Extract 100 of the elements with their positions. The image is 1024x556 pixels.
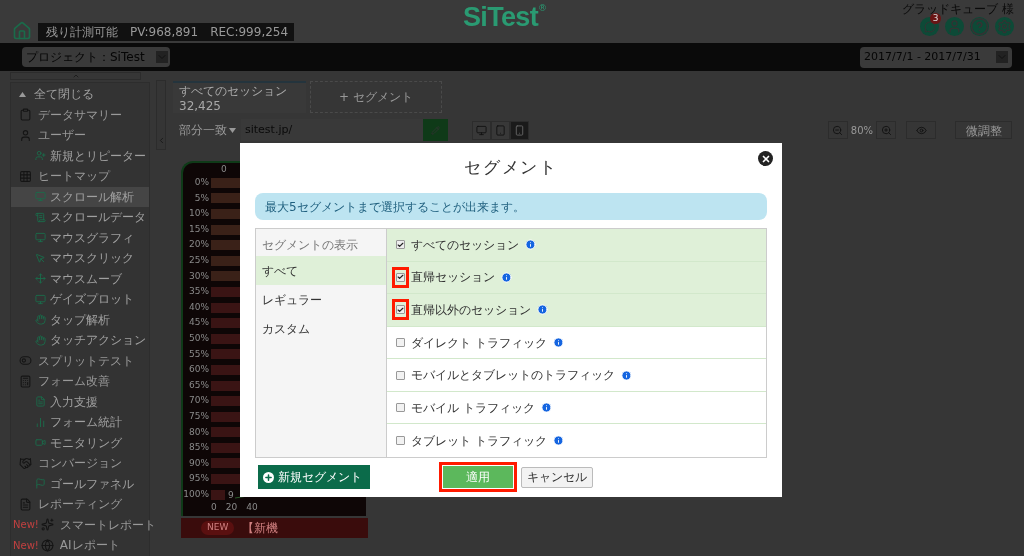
checkbox[interactable] xyxy=(396,403,405,413)
collapse-arrow-icon xyxy=(19,91,26,97)
row-label: 70% xyxy=(188,394,209,408)
close-button[interactable] xyxy=(758,151,773,166)
segment-label: ダイレクト トラフィック xyxy=(411,334,547,352)
sidebar-item[interactable]: マウスクリック xyxy=(11,248,149,269)
axis-label: 0 xyxy=(221,164,228,174)
new-label: New! xyxy=(13,538,39,553)
sidebar-item[interactable]: スプリットテスト xyxy=(11,350,149,371)
logo[interactable]: SiTest xyxy=(463,4,538,31)
row-label: 95% xyxy=(188,472,209,486)
hand-icon xyxy=(35,314,46,326)
checkbox[interactable] xyxy=(396,272,405,282)
segment-tab[interactable]: すべてのセッション 32,425 xyxy=(173,81,306,113)
chat-icon xyxy=(923,20,936,33)
check-icon xyxy=(397,305,404,314)
checkbox[interactable] xyxy=(396,338,405,347)
plus-icon xyxy=(263,471,274,483)
sidebar-item[interactable]: スクロールデータ xyxy=(11,207,149,228)
info-icon[interactable] xyxy=(552,337,564,348)
sidebar-item[interactable]: ゴールファネル xyxy=(11,473,149,494)
sidebar-item[interactable]: ユーザー xyxy=(11,125,149,146)
point-label: 9 xyxy=(228,489,234,500)
category-item[interactable]: カスタム xyxy=(256,314,386,343)
match-type-select[interactable]: 部分一致 xyxy=(179,121,241,139)
info-icon[interactable] xyxy=(540,402,552,414)
notice-banner: 最大5セグメントまで選択することが出来ます。 xyxy=(255,193,767,220)
monitor-icon xyxy=(35,191,46,203)
globe-icon xyxy=(40,538,54,552)
segment-option[interactable]: 直帰セッション xyxy=(387,261,766,295)
category-item[interactable]: レギュラー xyxy=(256,285,386,314)
camera-icon xyxy=(35,437,46,449)
new-segment-button[interactable]: 新規セグメント xyxy=(258,465,370,489)
heat-bar xyxy=(211,489,225,500)
monitor-icon xyxy=(35,232,46,244)
bar-chart-icon xyxy=(35,416,46,428)
sidebar-item[interactable]: ゲイズプロット xyxy=(11,289,149,310)
sidebar-item[interactable]: 入力支援 xyxy=(11,391,149,412)
category-item[interactable]: すべて xyxy=(256,256,386,285)
info-icon[interactable] xyxy=(525,239,536,251)
sidebar-item[interactable]: フォーム統計 xyxy=(11,412,149,433)
clipboard-icon xyxy=(19,497,32,511)
checkbox[interactable] xyxy=(396,305,405,315)
row-label: 85% xyxy=(188,441,209,455)
sidebar-item[interactable]: タップ解析 xyxy=(11,309,149,330)
row-label: 5% xyxy=(193,191,209,205)
home-icon[interactable] xyxy=(12,21,32,41)
segment-option[interactable]: 直帰以外のセッション xyxy=(387,294,766,327)
checkbox[interactable] xyxy=(396,370,405,380)
segment-option[interactable]: すべてのセッション xyxy=(387,229,766,262)
new-badge: NEW xyxy=(201,521,235,535)
sidebar-item[interactable]: コンバージョン xyxy=(11,453,149,474)
add-segment-button[interactable]: + セグメント xyxy=(310,81,442,113)
checkbox[interactable] xyxy=(396,436,405,446)
cancel-button[interactable]: キャンセル xyxy=(521,466,593,488)
info-icon[interactable] xyxy=(537,304,548,316)
device-button[interactable] xyxy=(510,120,529,140)
info-icon[interactable] xyxy=(552,435,564,447)
quota-label: 残り計測可能 xyxy=(46,24,118,41)
sidebar-item[interactable]: マウスグラフィ xyxy=(11,227,149,248)
sidebar-item[interactable]: スクロール解析 xyxy=(11,186,149,207)
row-label: 90% xyxy=(188,456,209,470)
sidebar-item[interactable]: モニタリング xyxy=(11,432,149,453)
sidebar-item[interactable]: マウスムーブ xyxy=(11,268,149,289)
form-icon xyxy=(35,396,46,408)
sparkle-icon xyxy=(40,518,54,532)
zoom-in-icon xyxy=(880,124,892,136)
device-button[interactable] xyxy=(491,120,510,140)
segment-label: モバイルとタブレットのトラフィック xyxy=(411,367,615,385)
preview-button[interactable] xyxy=(906,121,936,139)
zoom-out-button[interactable] xyxy=(827,121,848,139)
row-label: 15% xyxy=(188,222,209,236)
sidebar-item[interactable]: レポーティング xyxy=(11,494,149,515)
segment-label: 直帰セッション xyxy=(411,269,495,287)
sidebar-item[interactable]: New! AIレポート xyxy=(11,535,149,556)
sidebar-item[interactable]: タッチアクション xyxy=(11,330,149,351)
checkbox[interactable] xyxy=(396,240,405,250)
check-icon xyxy=(397,240,404,249)
axis-label: 40 xyxy=(246,502,258,513)
check-icon xyxy=(397,273,404,282)
zoom-in-button[interactable] xyxy=(876,121,896,139)
sidebar-item[interactable]: データサマリー xyxy=(11,104,149,125)
user-icon xyxy=(19,128,32,142)
sidebar-item[interactable]: ヒートマップ xyxy=(11,166,149,187)
close-icon xyxy=(760,153,771,164)
caret-icon xyxy=(229,127,236,133)
sidebar-item[interactable]: フォーム改善 xyxy=(11,371,149,392)
segment-label: タブレット トラフィック xyxy=(411,432,547,450)
row-label: 100% xyxy=(183,487,209,501)
device-button[interactable] xyxy=(472,120,491,140)
sidebar-item[interactable]: 新規とリピーター xyxy=(11,145,149,166)
info-icon[interactable] xyxy=(501,271,512,283)
collapse-all-toggle[interactable]: 全て閉じる xyxy=(11,84,149,105)
flag-icon xyxy=(35,478,46,490)
adjust-button[interactable]: 微調整 xyxy=(955,121,1012,139)
row-label: 60% xyxy=(188,363,209,377)
segment-name: すべてのセッション xyxy=(179,84,288,99)
info-icon[interactable] xyxy=(621,369,632,381)
handshake-icon xyxy=(19,456,32,470)
user-plus-icon xyxy=(35,150,46,162)
